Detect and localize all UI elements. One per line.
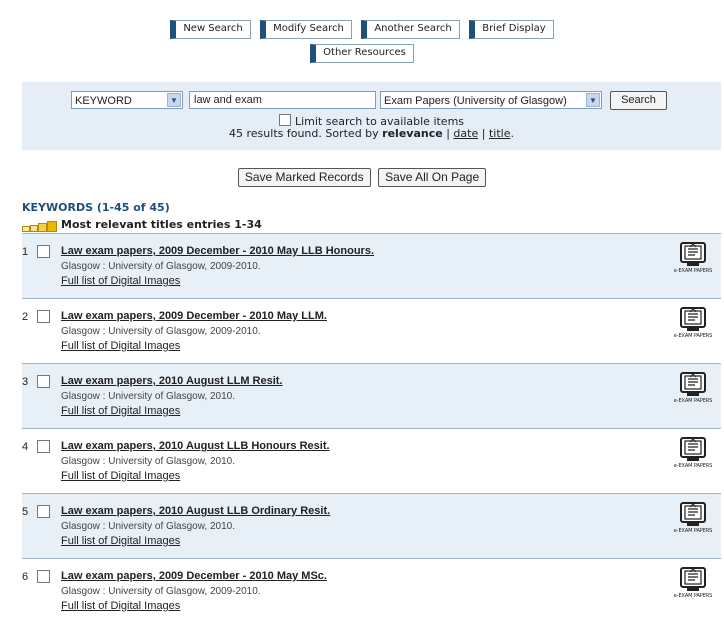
- another-search-button[interactable]: Another Search: [361, 20, 460, 39]
- search-input[interactable]: law and exam: [189, 91, 376, 109]
- e-exam-papers-icon[interactable]: e-EXAM PAPERS: [673, 307, 713, 339]
- brief-display-button[interactable]: Brief Display: [469, 20, 554, 39]
- full-list-digital-images-link[interactable]: Full list of Digital Images: [61, 600, 180, 612]
- result-record: 6 Law exam papers, 2009 December - 2010 …: [22, 558, 721, 623]
- e-exam-papers-icon[interactable]: e-EXAM PAPERS: [673, 437, 713, 469]
- full-list-digital-images-link[interactable]: Full list of Digital Images: [61, 340, 180, 352]
- record-publication: Glasgow : University of Glasgow, 2010.: [61, 456, 235, 467]
- search-input-value: law and exam: [194, 94, 262, 106]
- search-scope-value: Exam Papers (University of Glasgow): [384, 95, 567, 107]
- record-mark-checkbox[interactable]: [37, 570, 50, 583]
- record-number: 6: [22, 571, 29, 583]
- result-record: 2 Law exam papers, 2009 December - 2010 …: [22, 298, 721, 363]
- results-summary: 45 results found. Sorted by relevance | …: [22, 127, 721, 140]
- record-number: 4: [22, 441, 29, 453]
- exam-paper-monitor-icon: [680, 307, 706, 331]
- record-title-link[interactable]: Law exam papers, 2010 August LLB Ordinar…: [61, 505, 330, 517]
- e-exam-papers-icon[interactable]: e-EXAM PAPERS: [673, 372, 713, 404]
- sort-date-link[interactable]: date: [453, 127, 478, 140]
- e-exam-papers-caption: e-EXAM PAPERS: [673, 463, 713, 469]
- record-number: 5: [22, 506, 29, 518]
- sort-separator: |: [446, 127, 450, 140]
- modify-search-button[interactable]: Modify Search: [260, 20, 352, 39]
- limit-available-checkbox[interactable]: [278, 114, 291, 126]
- record-number: 1: [22, 246, 29, 258]
- other-resources-button[interactable]: Other Resources: [310, 44, 414, 63]
- full-list-digital-images-link[interactable]: Full list of Digital Images: [61, 405, 180, 417]
- sort-title-link[interactable]: title: [489, 127, 511, 140]
- record-title-link[interactable]: Law exam papers, 2010 August LLB Honours…: [61, 440, 330, 452]
- sort-separator: |: [481, 127, 486, 140]
- search-panel: KEYWORD ▼ law and exam Exam Papers (Univ…: [22, 82, 721, 150]
- record-publication: Glasgow : University of Glasgow, 2009-20…: [61, 586, 261, 597]
- chevron-down-icon[interactable]: ▼: [586, 93, 600, 107]
- full-list-digital-images-link[interactable]: Full list of Digital Images: [61, 275, 180, 287]
- e-exam-papers-caption: e-EXAM PAPERS: [673, 398, 713, 404]
- relevance-heading: Most relevant titles entries 1-34: [61, 218, 262, 231]
- search-field-select[interactable]: KEYWORD ▼: [71, 91, 183, 109]
- limit-search-option: Limit search to available items: [22, 114, 721, 128]
- save-all-on-page-button[interactable]: Save All On Page: [378, 168, 487, 187]
- record-title-link[interactable]: Law exam papers, 2009 December - 2010 Ma…: [61, 245, 374, 257]
- e-exam-papers-caption: e-EXAM PAPERS: [673, 333, 713, 339]
- save-toolbar: Save Marked Records Save All On Page: [0, 168, 724, 187]
- full-list-digital-images-link[interactable]: Full list of Digital Images: [61, 470, 180, 482]
- search-scope-select[interactable]: Exam Papers (University of Glasgow) ▼: [380, 91, 602, 109]
- results-count-text: 45 results found. Sorted by: [229, 127, 379, 140]
- new-search-button[interactable]: New Search: [170, 20, 251, 39]
- chevron-down-icon[interactable]: ▼: [167, 93, 181, 107]
- record-publication: Glasgow : University of Glasgow, 2010.: [61, 391, 235, 402]
- record-mark-checkbox[interactable]: [37, 375, 50, 388]
- record-number: 3: [22, 376, 29, 388]
- record-title-link[interactable]: Law exam papers, 2010 August LLM Resit.: [61, 375, 283, 387]
- search-button[interactable]: Search: [610, 91, 667, 110]
- top-navigation: New Search Modify Search Another Search …: [0, 20, 724, 68]
- record-mark-checkbox[interactable]: [37, 440, 50, 453]
- record-mark-checkbox[interactable]: [37, 505, 50, 518]
- record-mark-checkbox[interactable]: [37, 310, 50, 323]
- full-list-digital-images-link[interactable]: Full list of Digital Images: [61, 535, 180, 547]
- result-record: 5 Law exam papers, 2010 August LLB Ordin…: [22, 493, 721, 558]
- exam-paper-monitor-icon: [680, 242, 706, 266]
- e-exam-papers-icon[interactable]: e-EXAM PAPERS: [673, 567, 713, 599]
- exam-paper-monitor-icon: [680, 502, 706, 526]
- e-exam-papers-caption: e-EXAM PAPERS: [673, 268, 713, 274]
- search-field-value: KEYWORD: [75, 95, 132, 107]
- keywords-heading: KEYWORDS (1-45 of 45): [22, 201, 170, 214]
- exam-paper-monitor-icon: [680, 372, 706, 396]
- save-marked-records-button[interactable]: Save Marked Records: [237, 168, 371, 187]
- e-exam-papers-icon[interactable]: e-EXAM PAPERS: [673, 502, 713, 534]
- record-number: 2: [22, 311, 29, 323]
- result-record: 1 Law exam papers, 2009 December - 2010 …: [22, 233, 721, 298]
- record-publication: Glasgow : University of Glasgow, 2009-20…: [61, 261, 261, 272]
- result-record: 3 Law exam papers, 2010 August LLM Resit…: [22, 363, 721, 428]
- e-exam-papers-caption: e-EXAM PAPERS: [673, 528, 713, 534]
- record-title-link[interactable]: Law exam papers, 2009 December - 2010 Ma…: [61, 310, 327, 322]
- record-publication: Glasgow : University of Glasgow, 2010.: [61, 521, 235, 532]
- record-mark-checkbox[interactable]: [37, 245, 50, 258]
- sort-relevance-current: relevance: [382, 127, 443, 140]
- record-title-link[interactable]: Law exam papers, 2009 December - 2010 Ma…: [61, 570, 327, 582]
- result-record: 4 Law exam papers, 2010 August LLB Honou…: [22, 428, 721, 493]
- exam-paper-monitor-icon: [680, 567, 706, 591]
- relevance-bars-icon: [22, 219, 57, 232]
- exam-paper-monitor-icon: [680, 437, 706, 461]
- e-exam-papers-icon[interactable]: e-EXAM PAPERS: [673, 242, 713, 274]
- relevance-heading-row: Most relevant titles entries 1-34: [22, 218, 262, 232]
- e-exam-papers-caption: e-EXAM PAPERS: [673, 593, 713, 599]
- sort-end: .: [510, 127, 514, 140]
- record-publication: Glasgow : University of Glasgow, 2009-20…: [61, 326, 261, 337]
- results-list: 1 Law exam papers, 2009 December - 2010 …: [22, 233, 721, 623]
